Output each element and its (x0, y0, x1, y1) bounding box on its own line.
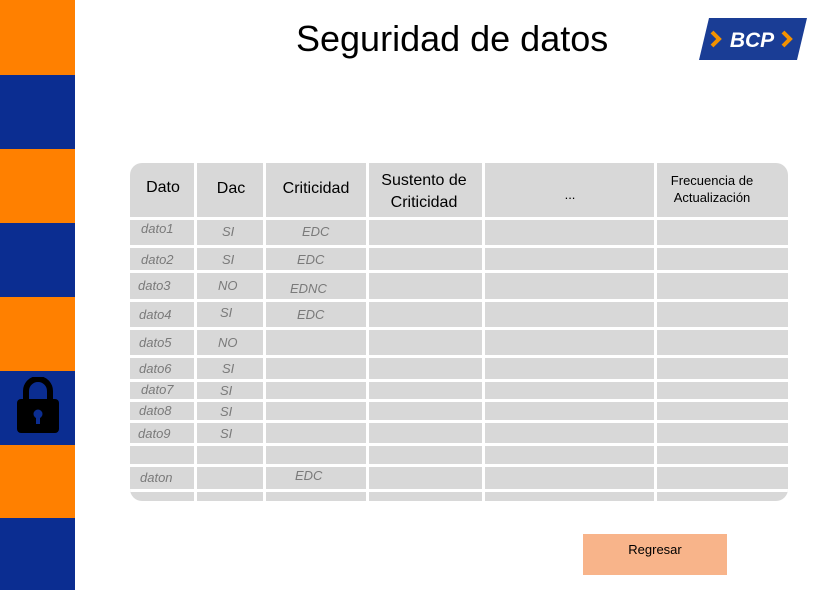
cell-dac: NO (218, 278, 238, 293)
row-divider (130, 464, 788, 467)
logo-text: BCP (730, 29, 775, 52)
cell-dato: dato2 (141, 252, 174, 267)
column-divider (263, 163, 266, 501)
row-divider (130, 270, 788, 273)
header-frecuencia: Frecuencia de Actualización (670, 173, 754, 205)
sidebar-stripe-blue (0, 223, 75, 297)
page-title: Seguridad de datos (296, 18, 609, 59)
cell-dac: SI (222, 361, 235, 376)
cell-dac: SI (220, 305, 233, 320)
cell-criticidad: EDC (295, 468, 323, 483)
row-divider (130, 245, 788, 248)
row-divider (130, 299, 788, 302)
column-divider (366, 163, 369, 501)
sidebar-stripe-blue (0, 75, 75, 149)
cell-criticidad: EDC (297, 307, 325, 322)
cell-criticidad: EDC (297, 252, 325, 267)
sidebar-stripe-orange (0, 0, 75, 75)
bcp-logo: BCP (699, 18, 807, 60)
row-divider (130, 443, 788, 446)
cell-dac: SI (220, 383, 233, 398)
cell-dac: NO (218, 335, 238, 350)
cell-dato: dato7 (141, 382, 174, 397)
sidebar-stripe-orange (0, 445, 75, 518)
header-dato: Dato (146, 179, 180, 196)
cell-dac: SI (222, 224, 235, 239)
row-divider (130, 399, 788, 402)
cell-dato: dato1 (141, 221, 174, 236)
cell-criticidad: EDNC (290, 281, 327, 296)
header-dac: Dac (216, 180, 246, 197)
lock-icon (17, 377, 59, 433)
cell-dac: SI (220, 404, 233, 419)
row-divider (130, 420, 788, 423)
cell-dato: dato3 (138, 278, 171, 293)
cell-dato: dato6 (139, 361, 172, 376)
sidebar-stripe-orange (0, 149, 75, 223)
column-divider (194, 163, 197, 501)
row-divider (130, 217, 788, 220)
row-divider (130, 379, 788, 382)
cell-dato: daton (140, 470, 173, 485)
cell-dato: dato8 (139, 403, 172, 418)
column-divider (654, 163, 657, 501)
header-sustento: Sustento de Criticidad (381, 172, 467, 211)
cell-dato: dato5 (139, 335, 172, 350)
data-table: Dato Dac Criticidad Sustento de Criticid… (130, 163, 788, 501)
row-divider (130, 327, 788, 330)
cell-dac: SI (220, 426, 233, 441)
cell-dato: dato9 (138, 426, 171, 441)
row-divider (130, 489, 788, 492)
header-criticidad: Criticidad (282, 180, 350, 197)
sidebar-stripe-blue (0, 518, 75, 590)
cell-dato: dato4 (139, 307, 172, 322)
regresar-button[interactable]: Regresar (583, 534, 727, 575)
sidebar-stripe-orange (0, 297, 75, 371)
cell-criticidad: EDC (302, 224, 330, 239)
header-ellipsis: ... (564, 187, 576, 202)
row-divider (130, 355, 788, 358)
cell-dac: SI (222, 252, 235, 267)
column-divider (482, 163, 485, 501)
sidebar (0, 0, 75, 590)
